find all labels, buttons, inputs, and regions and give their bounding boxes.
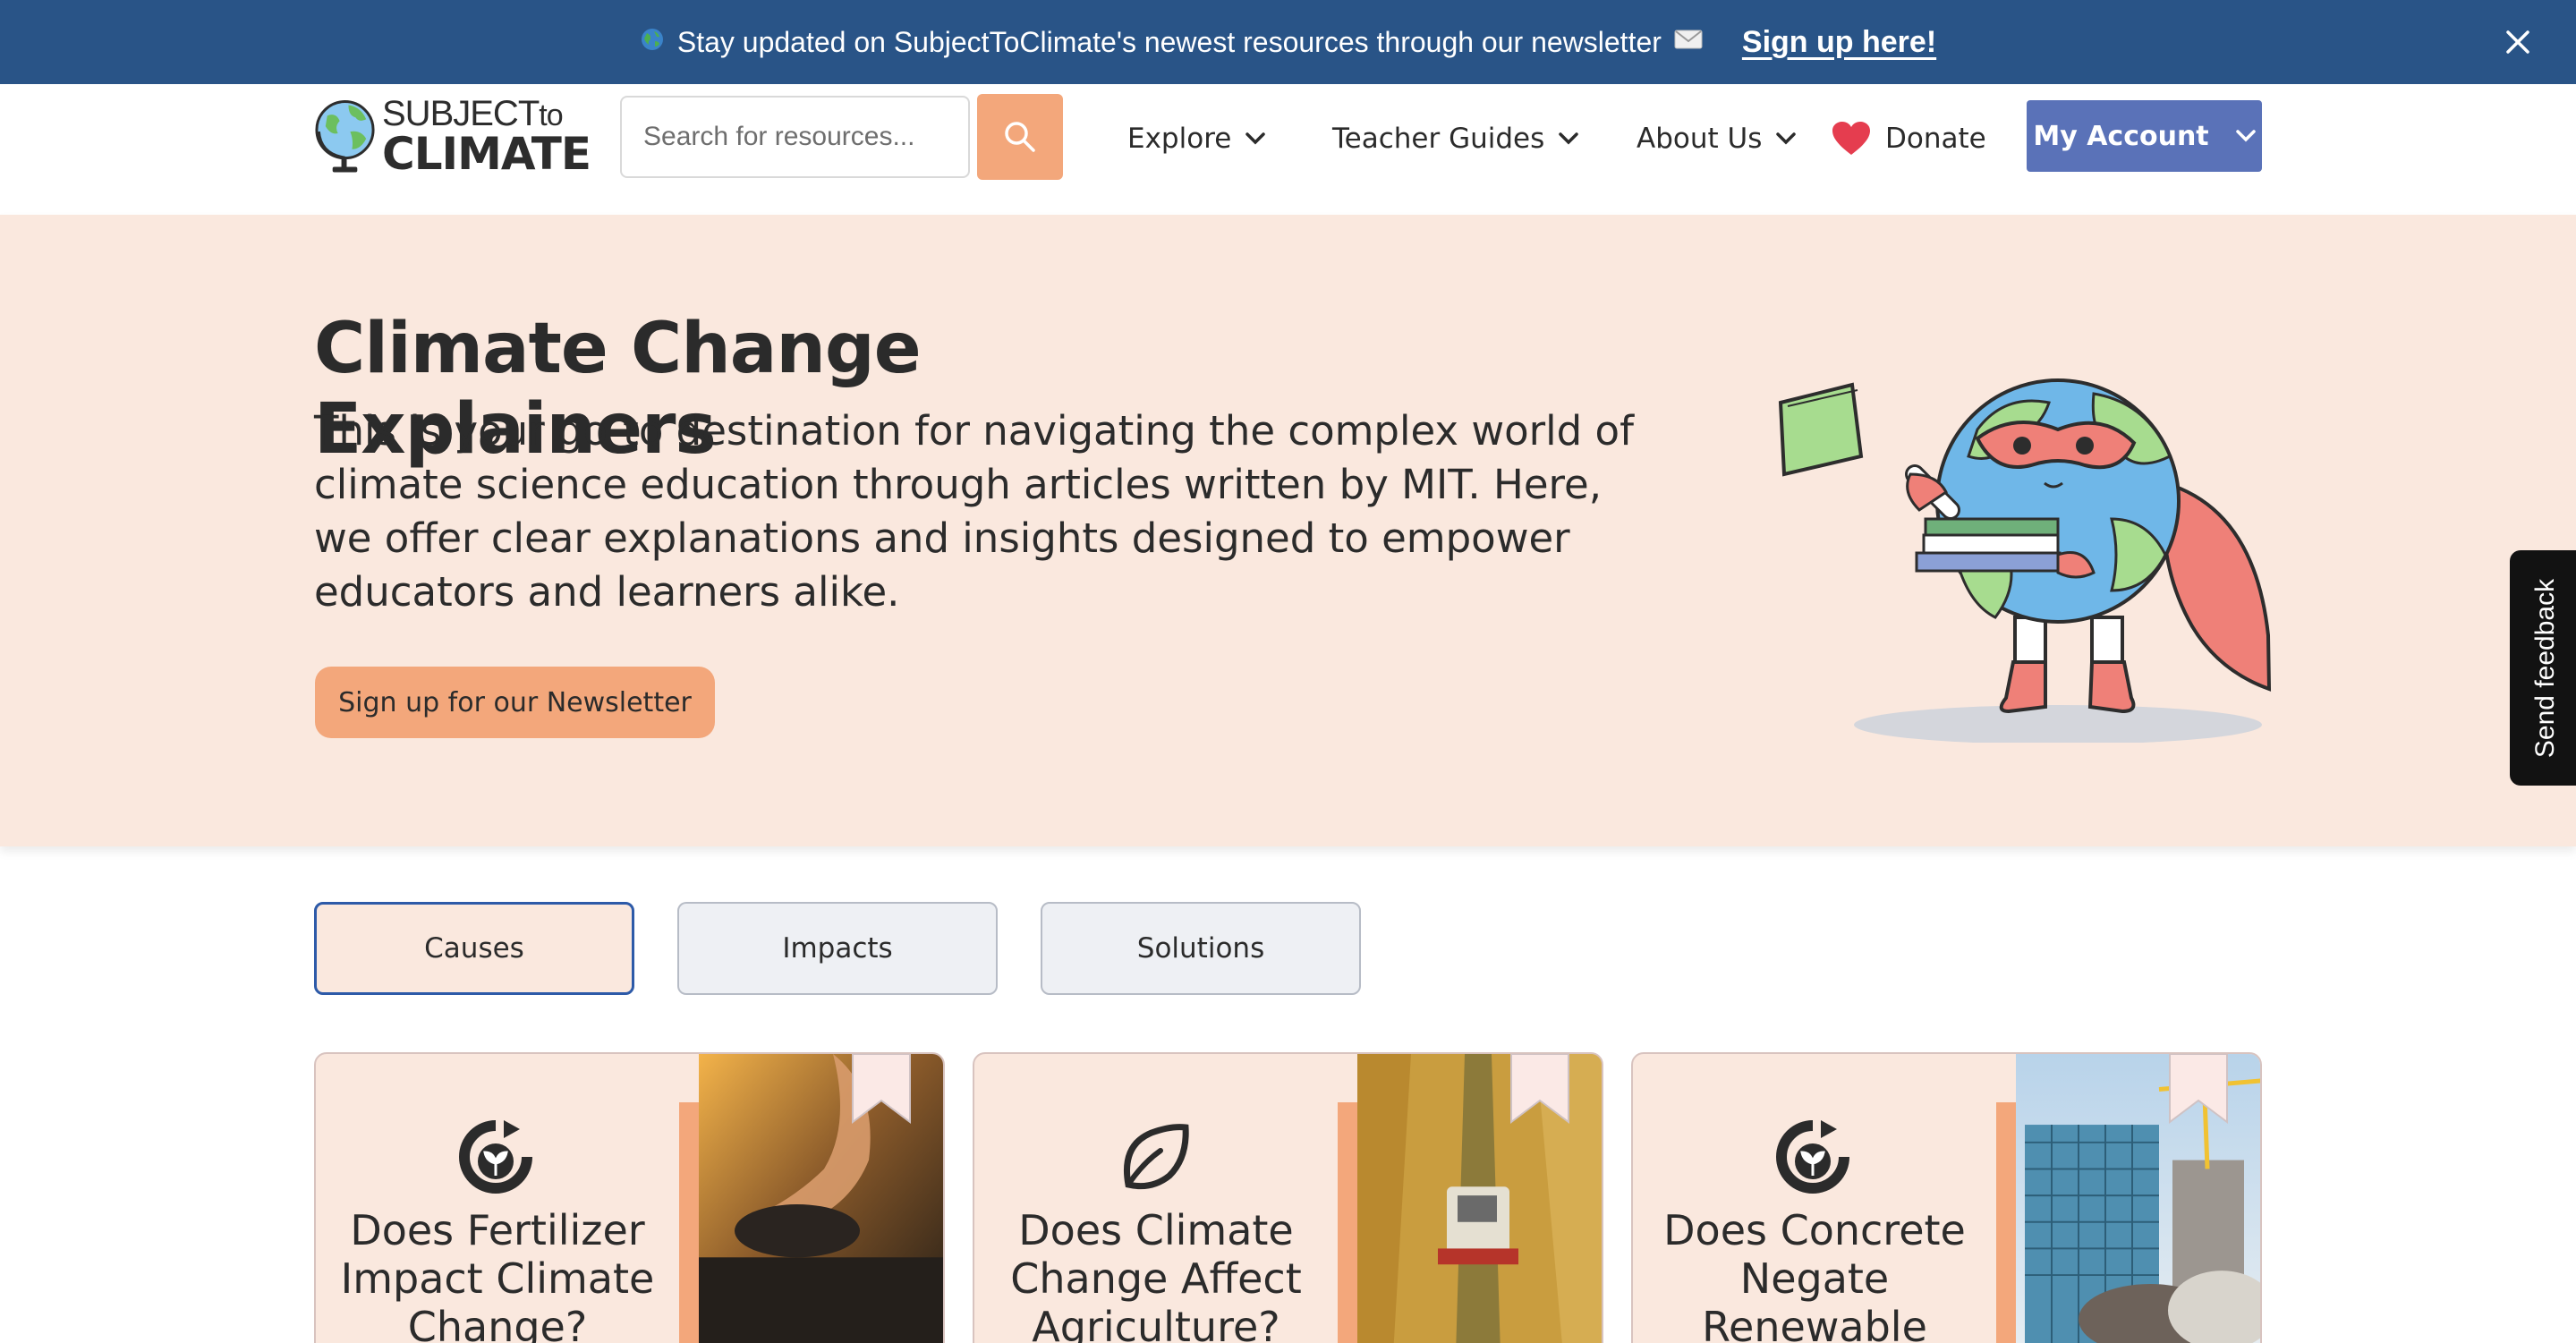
nav-teacher-guides[interactable]: Teacher Guides [1332,116,1579,161]
globe-icon [640,27,665,58]
logo-wordmark: SUBJECTto CLIMATE [382,96,591,176]
newsletter-signup-button[interactable]: Sign up for our Newsletter [315,667,715,738]
my-account-button[interactable]: My Account [2027,100,2262,172]
card-title: Does Concrete Negate Renewable [1663,1206,1966,1343]
search-button[interactable] [977,94,1063,180]
heart-icon [1832,122,1870,155]
bookmark-icon[interactable] [1508,1054,1572,1126]
tab-solutions[interactable]: Solutions [1041,902,1361,995]
close-icon[interactable] [2495,20,2540,64]
nav-about-us-label: About Us [1637,123,1763,155]
nav-donate[interactable]: Donate [1832,116,1986,161]
hero-section: Climate Change Explainers This is your g… [0,215,2576,846]
send-feedback-tab[interactable]: Send feedback [2510,550,2576,786]
hero-description: This is your go-to destination for navig… [314,407,1634,616]
leaf-icon [1124,1124,1189,1190]
chevron-down-icon [1559,132,1579,145]
envelope-icon [1674,28,1703,56]
banner-signup-link[interactable]: Sign up here! [1742,25,1936,60]
send-feedback-label: Send feedback [2530,578,2560,758]
nav-explore[interactable]: Explore [1127,116,1266,161]
explainer-card-agriculture[interactable]: Does Climate Change Affect Agriculture? [973,1052,1603,1343]
bookmark-icon[interactable] [2166,1054,2231,1126]
search-icon [1005,122,1035,152]
card-title: Does Climate Change Affect Agriculture? [1010,1206,1302,1343]
nav-donate-label: Donate [1885,123,1986,155]
recycle-sprout-icon [459,1120,532,1194]
earth-superhero-illustration [1778,378,2272,743]
card-accent-bar [1338,1102,1357,1343]
tab-causes[interactable]: Causes [314,902,634,995]
card-accent-bar [679,1102,699,1343]
bookmark-icon[interactable] [849,1054,914,1126]
explainer-card-fertilizer[interactable]: Does Fertilizer Impact Climate Change? [314,1052,945,1343]
chevron-down-icon [1776,132,1797,145]
card-text-area: Does Climate Change Affect Agriculture? [974,1054,1338,1343]
nav-explore-label: Explore [1127,123,1232,155]
logo-line1: SUBJECTto [382,94,564,133]
my-account-label: My Account [2033,120,2209,152]
nav-about-us[interactable]: About Us [1637,116,1797,161]
card-title: Does Fertilizer Impact Climate Change? [340,1206,655,1343]
logo-line2: CLIMATE [382,128,591,180]
chevron-down-icon [1245,132,1266,145]
card-accent-bar [1996,1102,2016,1343]
search-input[interactable] [620,96,970,178]
globe-logo-icon [315,100,375,173]
nav-teacher-guides-label: Teacher Guides [1332,123,1545,155]
explainer-card-concrete[interactable]: Does Concrete Negate Renewable [1631,1052,2262,1343]
site-header: SUBJECTto CLIMATE Explore Teacher Guides… [0,84,2576,215]
card-text-area: Does Fertilizer Impact Climate Change? [316,1054,679,1343]
recycle-sprout-icon [1776,1120,1849,1194]
card-text-area: Does Concrete Negate Renewable [1633,1054,1996,1343]
site-logo[interactable]: SUBJECTto CLIMATE [313,91,591,181]
banner-text: Stay updated on SubjectToClimate's newes… [676,25,1662,58]
newsletter-banner: Stay updated on SubjectToClimate's newes… [0,0,2576,84]
banner-message-row: Stay updated on SubjectToClimate's newes… [640,25,1936,60]
chevron-down-icon [2235,130,2256,142]
tab-impacts[interactable]: Impacts [677,902,998,995]
